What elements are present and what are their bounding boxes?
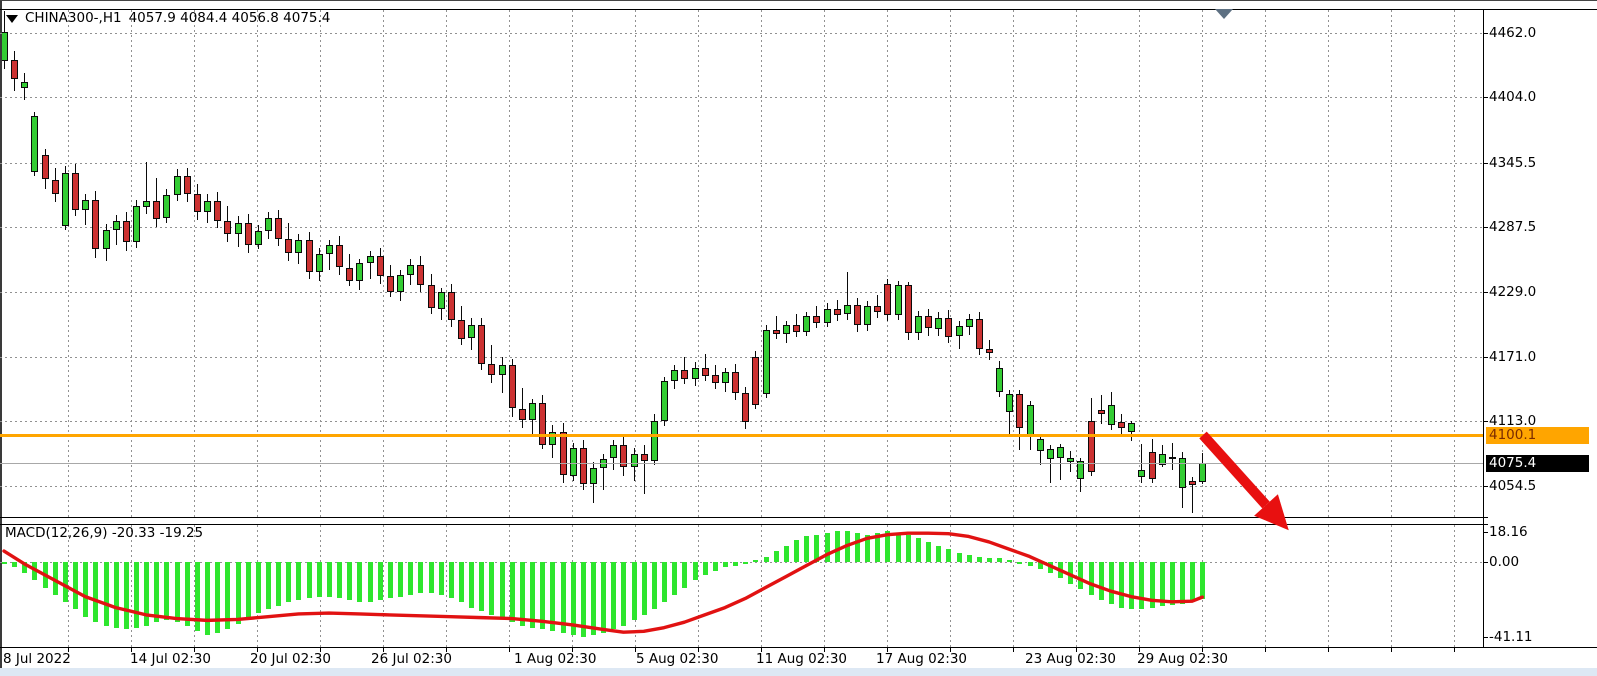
overlay-layer: 4462.04404.04345.54287.54229.04171.04113… <box>0 1 1597 676</box>
symbol-dropdown-arrow-icon[interactable] <box>6 15 18 23</box>
symbol-period-label: CHINA300-,H1 <box>25 10 122 26</box>
trading-chart-window: 4462.04404.04345.54287.54229.04171.04113… <box>0 0 1597 676</box>
chart-shift-marker-icon[interactable] <box>1215 9 1233 19</box>
title-ohlc-values: 4057.9 4084.4 4056.8 4075.4 <box>129 10 331 26</box>
macd-indicator-label: MACD(12,26,9) -20.33 -19.25 <box>5 525 203 541</box>
chart-title: CHINA300-,H1 4057.9 4084.4 4056.8 4075.4 <box>6 10 330 26</box>
red-down-arrow-annotation[interactable] <box>0 1 1597 676</box>
